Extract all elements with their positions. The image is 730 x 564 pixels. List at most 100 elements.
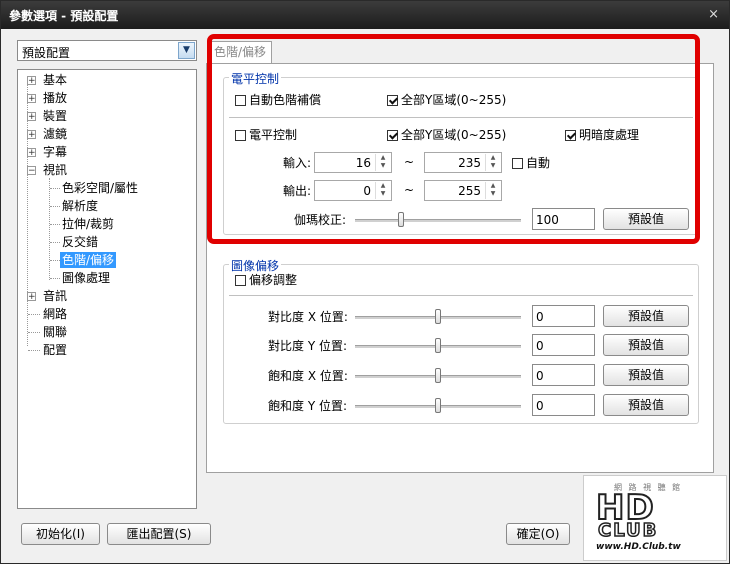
- ok-button[interactable]: 確定(O): [506, 523, 570, 545]
- checkbox-box[interactable]: [235, 130, 246, 141]
- saturation-y-value-field[interactable]: 0: [532, 394, 595, 416]
- output-high-spinner[interactable]: 255 ▲ ▼: [424, 180, 502, 201]
- checkbox-label: 偏移調整: [249, 273, 298, 287]
- checkbox-box[interactable]: [235, 95, 246, 106]
- tree-item-resolution[interactable]: 解析度: [62, 198, 98, 214]
- contrast-y-value-field[interactable]: 0: [532, 334, 595, 356]
- tree-item-network[interactable]: 網路: [43, 306, 67, 322]
- checkbox-label: 全部Y區域(0~255): [401, 93, 507, 107]
- tree-item-stretch-crop[interactable]: 拉伸/裁剪: [62, 216, 114, 232]
- expand-icon[interactable]: +: [27, 76, 36, 86]
- arrow-up-icon[interactable]: ▲: [486, 154, 500, 162]
- checkbox-label: 明暗度處理: [579, 128, 640, 142]
- spinner-arrows[interactable]: ▲ ▼: [375, 182, 390, 199]
- checkbox-label: 自動色階補償: [249, 93, 322, 107]
- input-label: 輸入:: [283, 156, 312, 170]
- checkbox-box[interactable]: [387, 130, 398, 141]
- divider: [229, 295, 693, 296]
- tree-item-device[interactable]: 裝置: [43, 108, 67, 124]
- slider-thumb[interactable]: [435, 338, 441, 353]
- arrow-down-icon[interactable]: ▼: [376, 162, 390, 170]
- output-low-spinner[interactable]: 0 ▲ ▼: [314, 180, 392, 201]
- contrast-x-reset-button[interactable]: 預設值: [603, 305, 689, 327]
- checkbox-label: 電平控制: [249, 128, 298, 142]
- arrow-up-icon[interactable]: ▲: [486, 182, 500, 190]
- offset-adjust-checkbox[interactable]: 偏移調整: [235, 273, 297, 287]
- level-control-checkbox[interactable]: 電平控制: [235, 128, 297, 142]
- tree-item-filter[interactable]: 濾鏡: [43, 126, 67, 142]
- input-high-spinner[interactable]: 235 ▲ ▼: [424, 152, 502, 173]
- expand-icon[interactable]: +: [27, 112, 36, 122]
- auto-checkbox[interactable]: 自動: [512, 156, 550, 170]
- gamma-value-field[interactable]: 100: [532, 208, 595, 230]
- tree-item-deinterlace[interactable]: 反交錯: [62, 234, 98, 250]
- saturation-x-value-field[interactable]: 0: [532, 364, 595, 386]
- title-bar[interactable]: 參數選項 - 預設配置 ×: [1, 1, 729, 29]
- expand-icon[interactable]: +: [27, 130, 36, 140]
- saturation-x-reset-button[interactable]: 預設值: [603, 364, 689, 386]
- tree-item-color-space[interactable]: 色彩空間/屬性: [62, 180, 138, 196]
- arrow-up-icon[interactable]: ▲: [376, 182, 390, 190]
- slider-thumb[interactable]: [435, 368, 441, 383]
- arrow-down-icon[interactable]: ▼: [376, 190, 390, 198]
- level-control-group-title: 電平控制: [229, 70, 282, 87]
- contrast-x-label: 對比度 X 位置:: [268, 310, 348, 324]
- full-range-checkbox-2[interactable]: 全部Y區域(0~255): [387, 128, 506, 142]
- checkbox-box[interactable]: [235, 275, 246, 286]
- brightness-checkbox[interactable]: 明暗度處理: [565, 128, 639, 142]
- tree-item-config[interactable]: 配置: [43, 342, 67, 358]
- slider-thumb[interactable]: [435, 398, 441, 413]
- gamma-slider[interactable]: [355, 212, 521, 228]
- spinner-arrows[interactable]: ▲ ▼: [485, 182, 500, 199]
- image-offset-group-title: 圖像偏移: [229, 257, 282, 274]
- tree-item-basic[interactable]: 基本: [43, 72, 67, 88]
- close-icon[interactable]: ×: [708, 7, 719, 22]
- arrow-down-icon[interactable]: ▼: [486, 162, 500, 170]
- tree-item-subtitle[interactable]: 字幕: [43, 144, 67, 160]
- collapse-icon[interactable]: −: [27, 166, 36, 176]
- checkbox-box[interactable]: [512, 158, 523, 169]
- input-low-spinner[interactable]: 16 ▲ ▼: [314, 152, 392, 173]
- chevron-down-icon[interactable]: ▼: [178, 42, 195, 59]
- range-tilde: ~: [404, 155, 415, 169]
- tree-item-level-offset[interactable]: 色階/偏移: [60, 252, 117, 268]
- arrow-up-icon[interactable]: ▲: [376, 154, 390, 162]
- full-range-checkbox-1[interactable]: 全部Y區域(0~255): [387, 93, 506, 107]
- tree-item-association[interactable]: 關聯: [43, 324, 67, 340]
- gamma-label: 伽瑪校正:: [294, 213, 347, 227]
- tab-level-offset[interactable]: 色階/偏移: [208, 41, 272, 63]
- export-config-button[interactable]: 匯出配置(S): [107, 523, 211, 545]
- tree-item-playback[interactable]: 播放: [43, 90, 67, 106]
- contrast-y-reset-button[interactable]: 預設值: [603, 334, 689, 356]
- spinner-arrows[interactable]: ▲ ▼: [485, 154, 500, 171]
- saturation-y-slider[interactable]: [355, 398, 521, 414]
- logo-club-text: CLUB: [597, 519, 659, 542]
- expand-icon[interactable]: +: [27, 148, 36, 158]
- slider-thumb[interactable]: [435, 309, 441, 324]
- profile-select[interactable]: 預設配置 ▼: [17, 40, 197, 61]
- field-value: 0: [536, 310, 544, 324]
- saturation-x-slider[interactable]: [355, 368, 521, 384]
- expand-icon[interactable]: +: [27, 292, 36, 302]
- checkbox-box[interactable]: [565, 130, 576, 141]
- tree-item-audio[interactable]: 音訊: [43, 288, 67, 304]
- slider-thumb[interactable]: [398, 212, 404, 227]
- contrast-x-value-field[interactable]: 0: [532, 305, 595, 327]
- tree-item-image-processing[interactable]: 圖像處理: [62, 270, 110, 286]
- gamma-reset-button[interactable]: 預設值: [603, 208, 689, 230]
- contrast-x-slider[interactable]: [355, 309, 521, 325]
- saturation-y-reset-button[interactable]: 預設值: [603, 394, 689, 416]
- field-value: 100: [536, 213, 559, 227]
- spinner-arrows[interactable]: ▲ ▼: [375, 154, 390, 171]
- checkbox-label: 全部Y區域(0~255): [401, 128, 507, 142]
- expand-icon[interactable]: +: [27, 94, 36, 104]
- checkbox-box[interactable]: [387, 95, 398, 106]
- tree-line: [28, 350, 40, 351]
- arrow-down-icon[interactable]: ▼: [486, 190, 500, 198]
- spinner-value: 0: [363, 184, 371, 198]
- initialize-button[interactable]: 初始化(I): [21, 523, 100, 545]
- tree-item-video[interactable]: 視訊: [43, 162, 67, 178]
- contrast-y-slider[interactable]: [355, 338, 521, 354]
- auto-level-checkbox[interactable]: 自動色階補償: [235, 93, 321, 107]
- settings-tree[interactable]: + 基本 + 播放 + 裝置 + 濾鏡 + 字幕 − 視訊 色彩空間/屬性 解析…: [17, 69, 197, 509]
